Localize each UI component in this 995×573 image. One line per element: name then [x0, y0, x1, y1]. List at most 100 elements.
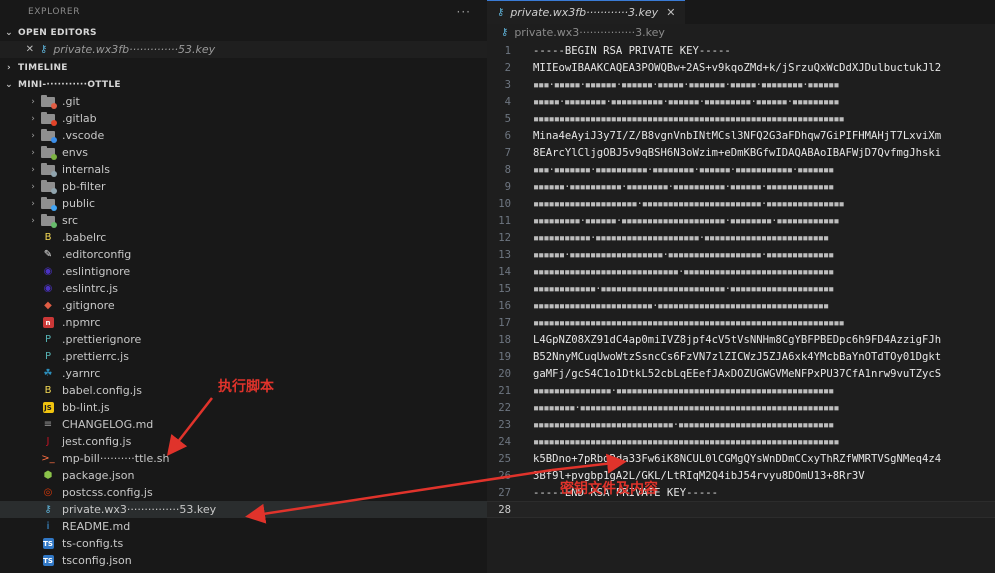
close-icon[interactable]: ✕: [0, 44, 40, 55]
timeline-section[interactable]: › TIMELINE: [0, 59, 487, 76]
code-line: 4 ▪▪▪▪▪·▪▪▪▪▪▪▪▪·▪▪▪▪▪▪▪▪▪▪·▪▪▪▪▪▪·▪▪▪▪▪▪…: [487, 93, 995, 110]
tree-item-label: .prettierrc.js: [62, 350, 129, 363]
tree-file[interactable]: JS bb-lint.js: [0, 399, 487, 416]
tree-file[interactable]: Jjest.config.js: [0, 433, 487, 450]
line-number: 10: [498, 197, 511, 210]
tree-item-label: .editorconfig: [62, 248, 132, 261]
tree-file[interactable]: ◎ postcss.config.js: [0, 484, 487, 501]
tree-folder[interactable]: › .vscode: [0, 127, 487, 144]
tree-item-label: CHANGELOG.md: [62, 418, 154, 431]
chevron-right-icon: ›: [31, 198, 35, 209]
tree-item-label: .gitlab: [62, 112, 97, 125]
tree-folder[interactable]: › .gitlab: [0, 110, 487, 127]
yarn-icon: ☘: [43, 368, 53, 379]
tree-item-label: internals: [62, 163, 110, 176]
code-line: 22 ▪▪▪▪▪▪▪▪·▪▪▪▪▪▪▪▪▪▪▪▪▪▪▪▪▪▪▪▪▪▪▪▪▪▪▪▪▪…: [487, 399, 995, 416]
tree-file[interactable]: B .babelrc: [0, 229, 487, 246]
babel-icon: B: [44, 385, 52, 396]
code-area[interactable]: 1 -----BEGIN RSA PRIVATE KEY----- 2 MIIEowI…: [487, 42, 995, 518]
tree-folder[interactable]: › internals: [0, 161, 487, 178]
line-number: 24: [498, 435, 511, 448]
tree-item-label: .prettierignore: [62, 333, 142, 346]
code-line: 23 ▪▪▪▪▪▪▪▪▪▪▪▪▪▪▪▪▪▪▪▪▪▪▪▪▪▪▪·▪▪▪▪▪▪▪▪▪▪…: [487, 416, 995, 433]
tree-file[interactable]: TS ts-config.ts: [0, 535, 487, 552]
open-editor-item[interactable]: ✕ ⚷ private.wx3fb··············53.key: [0, 41, 487, 58]
tree-folder[interactable]: › src: [0, 212, 487, 229]
folder-src-icon: [40, 213, 57, 228]
line-number: 2: [504, 61, 511, 74]
code-text: ▪▪▪▪▪▪·▪▪▪▪▪▪▪▪▪▪▪▪▪▪▪▪▪▪·▪▪▪▪▪▪▪▪▪▪▪▪▪▪…: [533, 248, 835, 261]
code-text: L4GpNZ08XZ91dC4ap0miIVZ8jpf4cV5tVsNNHm8C…: [533, 333, 942, 346]
tab-private-key[interactable]: ⚷ private.wx3fb············3.key ✕: [487, 0, 686, 24]
script-annotation: 执行脚本: [218, 379, 274, 395]
tree-file[interactable]: ⬢ package.json: [0, 467, 487, 484]
tree-file[interactable]: P .prettierrc.js: [0, 348, 487, 365]
tree-file[interactable]: >_ mp-bill··········ttle.sh: [0, 450, 487, 467]
code-text: ▪▪▪▪▪▪▪▪▪▪▪▪▪▪▪·▪▪▪▪▪▪▪▪▪▪▪▪▪▪▪▪▪▪▪▪▪▪▪▪…: [533, 384, 835, 397]
tree-item-label: .eslintignore: [62, 265, 131, 278]
line-number: 27: [498, 486, 511, 499]
key-icon: ⚷: [501, 27, 509, 38]
tree-item-label: .git: [62, 95, 80, 108]
tree-file[interactable]: ◉ .eslintrc.js: [0, 280, 487, 297]
key-icon: ⚷: [40, 44, 48, 55]
code-text: ▪▪▪▪▪▪▪▪▪▪▪▪▪▪▪▪▪▪▪▪▪▪▪▪▪▪▪▪▪▪▪▪▪▪▪▪▪▪▪▪…: [533, 316, 845, 329]
open-editors-label: OPEN EDITORS: [18, 27, 97, 38]
typescript-icon: TS: [42, 538, 54, 549]
tree-folder[interactable]: › envs: [0, 144, 487, 161]
code-line: 15 ▪▪▪▪▪▪▪▪▪▪▪▪·▪▪▪▪▪▪▪▪▪▪▪▪▪▪▪▪▪▪▪▪▪▪▪▪·…: [487, 280, 995, 297]
git-icon: ◆: [44, 300, 52, 311]
tree-file[interactable]: ◉ .eslintignore: [0, 263, 487, 280]
tree-item-label: .gitignore: [62, 299, 115, 312]
line-number: 1: [504, 44, 511, 57]
tree-file[interactable]: ≡ CHANGELOG.md: [0, 416, 487, 433]
tree-item-label: babel.config.js: [62, 384, 142, 397]
tree-folder[interactable]: › .git: [0, 93, 487, 110]
nodejs-icon: ⬢: [43, 470, 53, 481]
editorconfig-icon: ✎: [43, 249, 53, 260]
explorer-header: EXPLORER ···: [0, 0, 487, 24]
tree-file[interactable]: i README.md: [0, 518, 487, 535]
code-text: ▪▪▪▪▪▪▪▪▪▪▪▪▪▪▪▪▪▪▪▪▪▪▪·▪▪▪▪▪▪▪▪▪▪▪▪▪▪▪▪…: [533, 299, 829, 312]
tree-folder[interactable]: › public: [0, 195, 487, 212]
line-number: 5: [504, 112, 511, 125]
open-editors-section[interactable]: ⌄ OPEN EDITORS: [0, 24, 487, 41]
code-line: 28: [487, 501, 995, 518]
close-icon[interactable]: ✕: [666, 6, 675, 19]
folder-icon: [40, 162, 57, 177]
line-number: 16: [498, 299, 511, 312]
tree-file[interactable]: ✎ .editorconfig: [0, 246, 487, 263]
tree-folder[interactable]: › pb-filter: [0, 178, 487, 195]
code-line: 10 ▪▪▪▪▪▪▪▪▪▪▪▪▪▪▪▪▪▪▪▪·▪▪▪▪▪▪▪▪▪▪▪▪▪▪▪▪▪…: [487, 195, 995, 212]
code-line: 14 ▪▪▪▪▪▪▪▪▪▪▪▪▪▪▪▪▪▪▪▪▪▪▪▪▪▪▪▪·▪▪▪▪▪▪▪▪▪…: [487, 263, 995, 280]
code-text: B52NnyMCuqUwoWtzSsncCs6FzVN7zlZICWzJ5ZJA…: [533, 350, 942, 363]
line-number: 15: [498, 282, 511, 295]
more-actions-icon[interactable]: ···: [457, 5, 471, 19]
chevron-right-icon: ›: [31, 130, 35, 141]
chevron-right-icon: ›: [31, 164, 35, 175]
jest-icon: J: [46, 436, 50, 447]
tree-file[interactable]: ⚷ private.wx3···············53.key: [0, 501, 487, 518]
line-number: 12: [498, 231, 511, 244]
file-tree: › .git › .gitlab › .vscode › envs › internals › pb-…: [0, 93, 487, 569]
code-line: 11 ▪▪▪▪▪▪▪▪▪·▪▪▪▪▪▪·▪▪▪▪▪▪▪▪▪▪▪▪▪▪▪▪▪▪▪▪·…: [487, 212, 995, 229]
line-number: 18: [498, 333, 511, 346]
babel-icon: B: [44, 232, 52, 243]
tree-file[interactable]: ◆ .gitignore: [0, 297, 487, 314]
breadcrumb[interactable]: ⚷ private.wx3················3.key: [487, 24, 995, 41]
code-text: ▪▪▪▪▪▪▪▪▪▪▪·▪▪▪▪▪▪▪▪▪▪▪▪▪▪▪▪▪▪▪▪·▪▪▪▪▪▪▪…: [533, 231, 829, 244]
tree-file[interactable]: P .prettierignore: [0, 331, 487, 348]
code-text: ▪▪▪▪▪▪▪▪▪▪▪▪·▪▪▪▪▪▪▪▪▪▪▪▪▪▪▪▪▪▪▪▪▪▪▪▪·▪▪…: [533, 282, 835, 295]
tree-file[interactable]: n .npmrc: [0, 314, 487, 331]
chevron-down-icon: ⌄: [5, 27, 13, 38]
code-text: MIIEowIBAAKCAQEA3POWQBw+2AS+v9kqoZMd+k/j…: [533, 61, 942, 74]
code-text: 8EArcYlCljgOBJ5v9qBSH6N3oWzim+eDmKBGfwID…: [533, 146, 942, 159]
tree-item-label: package.json: [62, 469, 135, 482]
code-line: 3 ▪▪▪·▪▪▪▪▪·▪▪▪▪▪▪·▪▪▪▪▪▪·▪▪▪▪▪·▪▪▪▪▪▪▪·▪…: [487, 76, 995, 93]
open-editor-label: private.wx3fb··············53.key: [53, 43, 216, 56]
npm-icon: n: [40, 316, 56, 329]
project-section[interactable]: ⌄ MINI-···········OTTLE: [0, 76, 487, 93]
line-number: 17: [498, 316, 511, 329]
prettier-icon: P: [44, 351, 52, 362]
tree-file[interactable]: TS tsconfig.json: [0, 552, 487, 569]
